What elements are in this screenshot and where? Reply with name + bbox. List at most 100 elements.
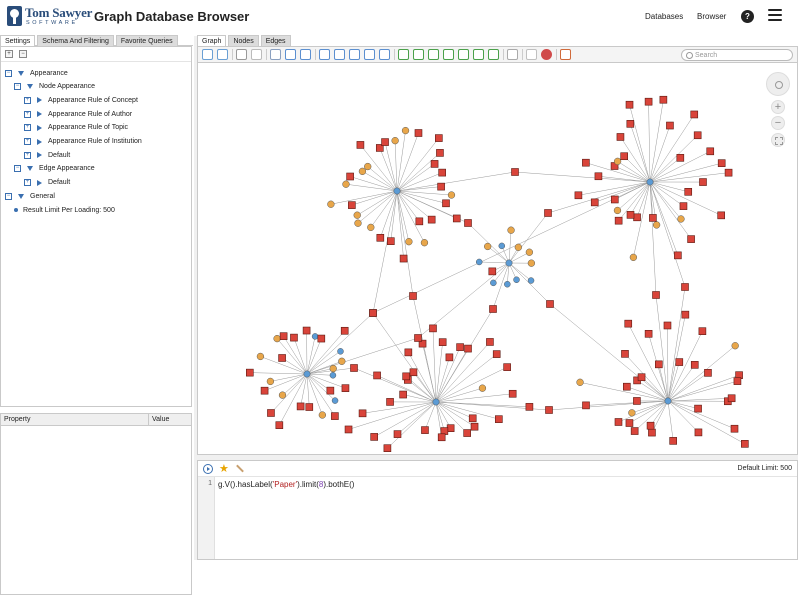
- graph-edge[interactable]: [617, 182, 650, 210]
- pan-control-icon[interactable]: [766, 72, 790, 96]
- graph-edge[interactable]: [397, 164, 435, 191]
- graph-edge[interactable]: [586, 401, 668, 405]
- paper-node[interactable]: [615, 418, 622, 425]
- paper-node[interactable]: [327, 387, 334, 394]
- concept-node[interactable]: [515, 244, 522, 251]
- paper-node[interactable]: [377, 234, 384, 241]
- paper-node[interactable]: [261, 387, 268, 394]
- paper-node[interactable]: [280, 333, 287, 340]
- paper-node[interactable]: [545, 210, 552, 217]
- concept-node[interactable]: [402, 127, 409, 134]
- paper-node[interactable]: [400, 255, 407, 262]
- paper-node[interactable]: [638, 374, 645, 381]
- paper-node[interactable]: [647, 422, 654, 429]
- collapse-toggle-icon[interactable]: −: [14, 83, 21, 90]
- paper-node[interactable]: [405, 349, 412, 356]
- expand-toggle-icon[interactable]: +: [24, 124, 31, 131]
- concept-node[interactable]: [732, 342, 739, 349]
- paper-node[interactable]: [649, 214, 656, 221]
- paper-node[interactable]: [384, 445, 391, 452]
- favorite-star-icon[interactable]: ★: [219, 464, 229, 474]
- concept-node[interactable]: [421, 239, 428, 246]
- topic-node[interactable]: [337, 348, 343, 354]
- concept-node[interactable]: [508, 227, 515, 234]
- tab-schema-and-filtering[interactable]: Schema And Filtering: [37, 35, 114, 46]
- nav-browser[interactable]: Browser: [697, 12, 726, 21]
- paper-node[interactable]: [625, 320, 632, 327]
- paper-node[interactable]: [688, 236, 695, 243]
- paper-node[interactable]: [626, 420, 633, 427]
- graph-edge[interactable]: [650, 182, 656, 295]
- graph-edge[interactable]: [656, 295, 668, 401]
- options-icon[interactable]: [560, 49, 571, 60]
- paper-node[interactable]: [382, 139, 389, 146]
- zoom-out-tool-icon[interactable]: [334, 49, 345, 60]
- paper-node[interactable]: [526, 403, 533, 410]
- tree-item[interactable]: +Appearance Rule of Author: [24, 108, 132, 120]
- concept-node[interactable]: [405, 238, 412, 245]
- tab-favorite-queries[interactable]: Favorite Queries: [116, 35, 178, 46]
- concept-node[interactable]: [330, 365, 337, 372]
- paper-node[interactable]: [471, 423, 478, 430]
- graph-edge[interactable]: [578, 182, 650, 195]
- paper-node[interactable]: [267, 409, 274, 416]
- graph-edge[interactable]: [650, 173, 729, 182]
- graph-edge[interactable]: [250, 373, 307, 374]
- paper-node[interactable]: [623, 383, 630, 390]
- tree-item[interactable]: +Appearance Rule of Topic: [24, 122, 128, 134]
- tab-edges[interactable]: Edges: [261, 35, 291, 46]
- graph-edge[interactable]: [667, 325, 668, 401]
- collapse-toggle-icon[interactable]: −: [5, 193, 12, 200]
- paper-node[interactable]: [493, 351, 500, 358]
- paper-node[interactable]: [617, 133, 624, 140]
- paper-node[interactable]: [421, 427, 428, 434]
- paper-node[interactable]: [674, 252, 681, 259]
- graph-edge[interactable]: [346, 184, 397, 191]
- graph-edge[interactable]: [436, 402, 529, 407]
- paper-node[interactable]: [486, 338, 493, 345]
- graph-edge[interactable]: [397, 172, 515, 191]
- graph-edge[interactable]: [350, 177, 397, 191]
- paper-node[interactable]: [410, 369, 417, 376]
- paper-node[interactable]: [410, 293, 417, 300]
- topic-node[interactable]: [514, 277, 520, 283]
- paper-node[interactable]: [653, 292, 660, 299]
- expand-toggle-icon[interactable]: +: [24, 152, 31, 159]
- graph-edge[interactable]: [630, 124, 650, 182]
- paper-node[interactable]: [447, 425, 454, 432]
- graph-edge[interactable]: [668, 373, 708, 401]
- zoom-in-tool-icon[interactable]: [319, 49, 330, 60]
- paper-node[interactable]: [435, 135, 442, 142]
- topic-node[interactable]: [332, 398, 338, 404]
- graph-edge[interactable]: [425, 402, 436, 430]
- graph-edge[interactable]: [668, 401, 673, 441]
- eraser-icon[interactable]: [507, 49, 518, 60]
- graph-edge[interactable]: [436, 354, 497, 402]
- graph-drawing[interactable]: [198, 63, 798, 455]
- paste-icon[interactable]: [217, 49, 228, 60]
- graph-edge[interactable]: [368, 167, 397, 191]
- paper-node[interactable]: [704, 369, 711, 376]
- concept-node[interactable]: [355, 220, 362, 227]
- paper-node[interactable]: [509, 390, 516, 397]
- topic-node[interactable]: [504, 281, 510, 287]
- concept-node[interactable]: [614, 158, 621, 165]
- symmetric-layout-icon[interactable]: [458, 49, 469, 60]
- paper-node[interactable]: [591, 199, 598, 206]
- tree-item[interactable]: +Appearance Rule of Institution: [24, 136, 142, 148]
- concept-node[interactable]: [364, 163, 371, 170]
- graph-edge[interactable]: [331, 191, 397, 204]
- paper-node[interactable]: [438, 183, 445, 190]
- graph-edge[interactable]: [548, 182, 650, 213]
- paper-node[interactable]: [439, 339, 446, 346]
- paper-node[interactable]: [645, 98, 652, 105]
- graph-edge[interactable]: [630, 105, 650, 182]
- hub-node[interactable]: [433, 399, 439, 405]
- paper-node[interactable]: [626, 101, 633, 108]
- menu-icon[interactable]: [768, 9, 782, 23]
- nav-databases[interactable]: Databases: [645, 12, 683, 21]
- paper-node[interactable]: [677, 154, 684, 161]
- graph-edge[interactable]: [668, 401, 698, 432]
- tree-item[interactable]: −Node Appearance: [14, 81, 95, 93]
- paper-node[interactable]: [457, 344, 464, 351]
